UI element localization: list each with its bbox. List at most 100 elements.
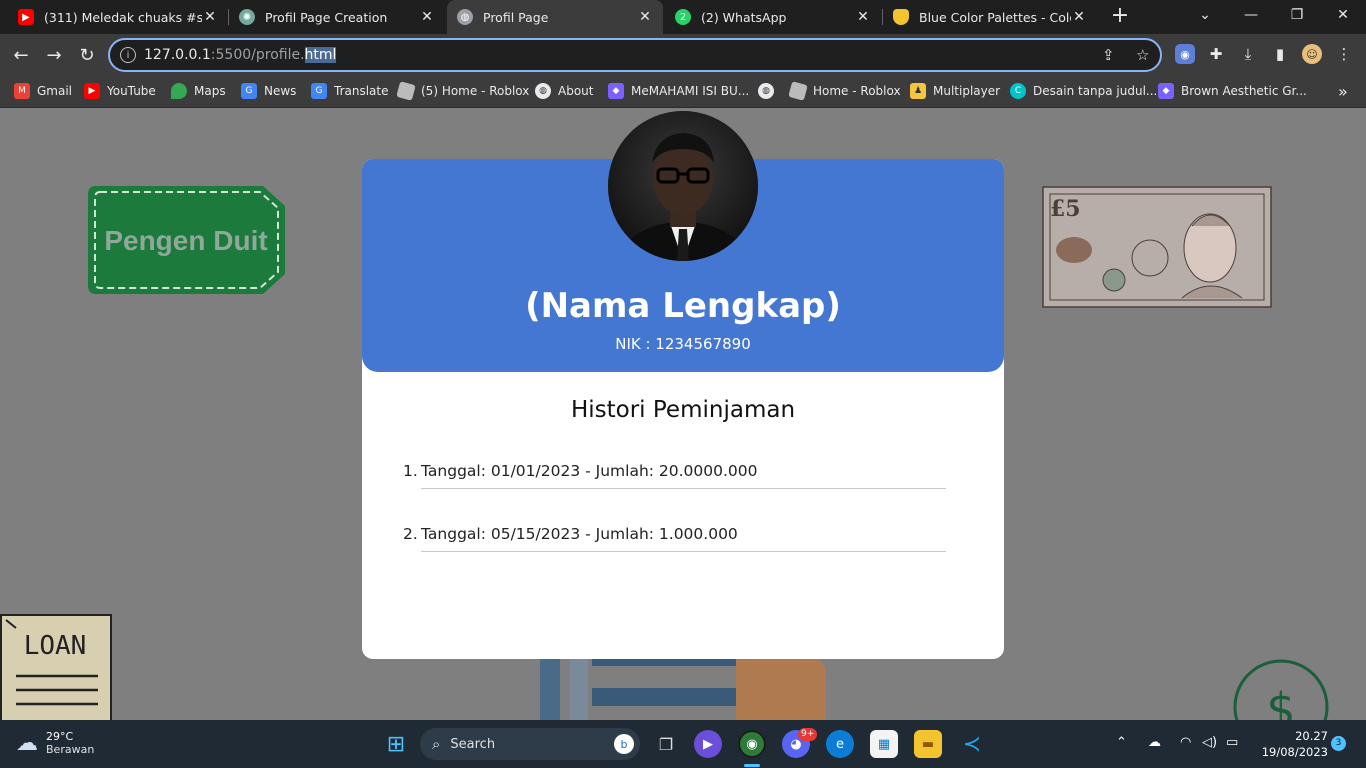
- task-view-icon[interactable]: ❐: [652, 730, 680, 758]
- news-icon: G: [241, 83, 257, 99]
- globe-icon: ◍: [457, 9, 473, 25]
- translate-icon: G: [311, 83, 327, 99]
- chevron-up-icon[interactable]: ⌃: [1116, 735, 1127, 750]
- globe-icon: ◍: [535, 83, 551, 99]
- tab-profil-page[interactable]: ◍ Profil Page ✕: [447, 0, 663, 34]
- close-icon[interactable]: ✕: [855, 9, 871, 25]
- loan-document-illustration: LOAN: [0, 614, 112, 720]
- pengen-duit-stamp: Pengen Duit: [88, 186, 285, 294]
- bookmark-youtube[interactable]: ▶ YouTube: [84, 82, 156, 100]
- discord-badge: 9+: [798, 728, 818, 741]
- share-icon[interactable]: ⇪: [1102, 46, 1115, 64]
- address-bar[interactable]: i 127.0.0.1:5500/profile. html ⇪ ☆: [108, 38, 1162, 72]
- puzzle-extensions-icon[interactable]: ✚: [1206, 44, 1226, 64]
- wifi-icon[interactable]: ◠: [1180, 735, 1191, 750]
- maps-icon: [171, 83, 187, 99]
- bookmark-memahami[interactable]: ◆ MeMAHAMI ISI BU...: [608, 82, 749, 100]
- profile-avatar: [608, 111, 758, 261]
- roblox-icon: [788, 81, 808, 101]
- bookmark-brown-aesthetic[interactable]: ◆ Brown Aesthetic Gr...: [1158, 82, 1307, 100]
- tab-title: (2) WhatsApp: [701, 9, 787, 25]
- onedrive-icon[interactable]: ☁: [1148, 735, 1161, 750]
- bookmark-roblox-home[interactable]: (5) Home - Roblox: [396, 81, 529, 101]
- forward-button[interactable]: →: [41, 42, 67, 68]
- weather-widget[interactable]: ☁ 29°C Berawan: [16, 730, 94, 756]
- tab-title: Profil Page Creation: [265, 9, 388, 25]
- chatgpt-icon: ✺: [239, 9, 255, 25]
- history-item: 1. Tanggal: 01/01/2023 - Jumlah: 20.0000…: [403, 456, 946, 489]
- dollar-coin-icon: $: [1233, 659, 1329, 720]
- roblox-icon: [396, 81, 416, 101]
- site-info-icon[interactable]: i: [120, 47, 136, 63]
- url-text[interactable]: 127.0.0.1:5500/profile. html: [144, 47, 337, 63]
- battery-icon[interactable]: ▭: [1226, 735, 1238, 750]
- bookmark-globe[interactable]: ◍: [758, 82, 781, 100]
- bookmark-maps[interactable]: Maps: [171, 82, 226, 100]
- close-icon[interactable]: ✕: [202, 9, 218, 25]
- close-icon[interactable]: ✕: [637, 9, 653, 25]
- banknote-illustration: £5: [1042, 186, 1272, 308]
- youtube-icon: ▶: [18, 9, 34, 25]
- clock-date: 19/08/2023: [1261, 745, 1328, 759]
- vscode-icon[interactable]: ≺: [958, 730, 986, 758]
- game-icon: ♟: [910, 83, 926, 99]
- more-bookmarks-button[interactable]: »: [1338, 82, 1348, 101]
- decor-chair-bar: [592, 688, 736, 706]
- reload-button[interactable]: ↻: [74, 42, 100, 68]
- bookmark-star-icon[interactable]: ☆: [1136, 46, 1149, 64]
- chrome-icon[interactable]: ◉: [738, 730, 766, 758]
- banknote-value: £5: [1050, 196, 1081, 222]
- meet-icon[interactable]: ▶: [694, 730, 722, 758]
- bookmark-canva[interactable]: C Desain tanpa judul...: [1010, 82, 1157, 100]
- tab-title: (311) Meledak chuaks #shorts: [44, 9, 202, 25]
- side-panel-icon[interactable]: ▮: [1270, 44, 1290, 64]
- bing-icon[interactable]: b: [614, 734, 634, 754]
- gmail-icon: M: [14, 83, 30, 99]
- notification-badge[interactable]: 3: [1331, 736, 1346, 751]
- history-item: 2. Tanggal: 05/15/2023 - Jumlah: 1.000.0…: [403, 519, 946, 552]
- decor-chair-leg: [570, 656, 588, 720]
- close-icon[interactable]: ✕: [419, 9, 435, 25]
- stamp-text: Pengen Duit: [104, 225, 267, 256]
- bookmark-multiplayer[interactable]: ♟ Multiplayer: [910, 82, 1000, 100]
- download-icon[interactable]: ⤓: [1238, 44, 1258, 64]
- windows-taskbar: ☁ 29°C Berawan ⊞ ⌕ Search b ❐ ▶ ◉ ◕ 9+ e…: [0, 720, 1366, 768]
- youtube-icon: ▶: [84, 83, 100, 99]
- store-icon[interactable]: ▦: [870, 730, 898, 758]
- new-tab-button[interactable]: +: [1108, 5, 1132, 29]
- bookmark-about[interactable]: ◍ About: [535, 82, 593, 100]
- menu-icon[interactable]: ⋮: [1334, 44, 1354, 64]
- start-button[interactable]: ⊞: [382, 730, 410, 758]
- bookmark-roblox[interactable]: Home - Roblox: [788, 81, 901, 101]
- tab-youtube[interactable]: ▶ (311) Meledak chuaks #shorts ✕: [8, 0, 228, 34]
- edge-icon[interactable]: e: [826, 730, 854, 758]
- bookmark-translate[interactable]: G Translate: [311, 82, 389, 100]
- bookmarks-bar: M Gmail ▶ YouTube Maps G News G Translate (5…: [0, 75, 1366, 108]
- bookmark-gmail[interactable]: M Gmail: [14, 82, 72, 100]
- extension-icon[interactable]: ◉: [1175, 44, 1195, 64]
- weather-condition: Berawan: [46, 743, 95, 756]
- file-explorer-icon[interactable]: ▬: [914, 730, 942, 758]
- tab-color-palettes[interactable]: Blue Color Palettes - Color Hu ✕: [883, 0, 1097, 34]
- history-item-number: 1.: [403, 462, 418, 480]
- history-item-text: Tanggal: 01/01/2023 - Jumlah: 20.0000.00…: [421, 462, 758, 480]
- tab-title: Profil Page: [483, 9, 549, 25]
- restore-button[interactable]: ❐: [1274, 0, 1320, 30]
- avatar[interactable]: ☺: [1302, 44, 1322, 64]
- tab-search-chevron-icon[interactable]: ⌄: [1182, 0, 1228, 30]
- tab-chatgpt[interactable]: ✺ Profil Page Creation ✕: [229, 0, 445, 34]
- taskbar-search[interactable]: ⌕ Search b: [420, 728, 640, 760]
- clock[interactable]: 20.27 19/08/2023: [1258, 728, 1328, 760]
- browser-toolbar: ← → ↻ i 127.0.0.1:5500/profile. html ⇪ ☆ …: [0, 34, 1366, 75]
- volume-icon[interactable]: ◁): [1202, 735, 1217, 750]
- loan-label: LOAN: [24, 631, 87, 661]
- close-window-button[interactable]: ✕: [1320, 0, 1366, 30]
- tab-whatsapp[interactable]: 2 (2) WhatsApp ✕: [665, 0, 881, 34]
- teams-icon: ◆: [608, 83, 624, 99]
- close-icon[interactable]: ✕: [1071, 9, 1087, 25]
- bookmark-news[interactable]: G News: [241, 82, 296, 100]
- minimize-button[interactable]: —: [1228, 0, 1274, 30]
- history-item-text: Tanggal: 05/15/2023 - Jumlah: 1.000.000: [421, 525, 738, 543]
- back-button[interactable]: ←: [8, 42, 34, 68]
- canva-icon: C: [1010, 83, 1026, 99]
